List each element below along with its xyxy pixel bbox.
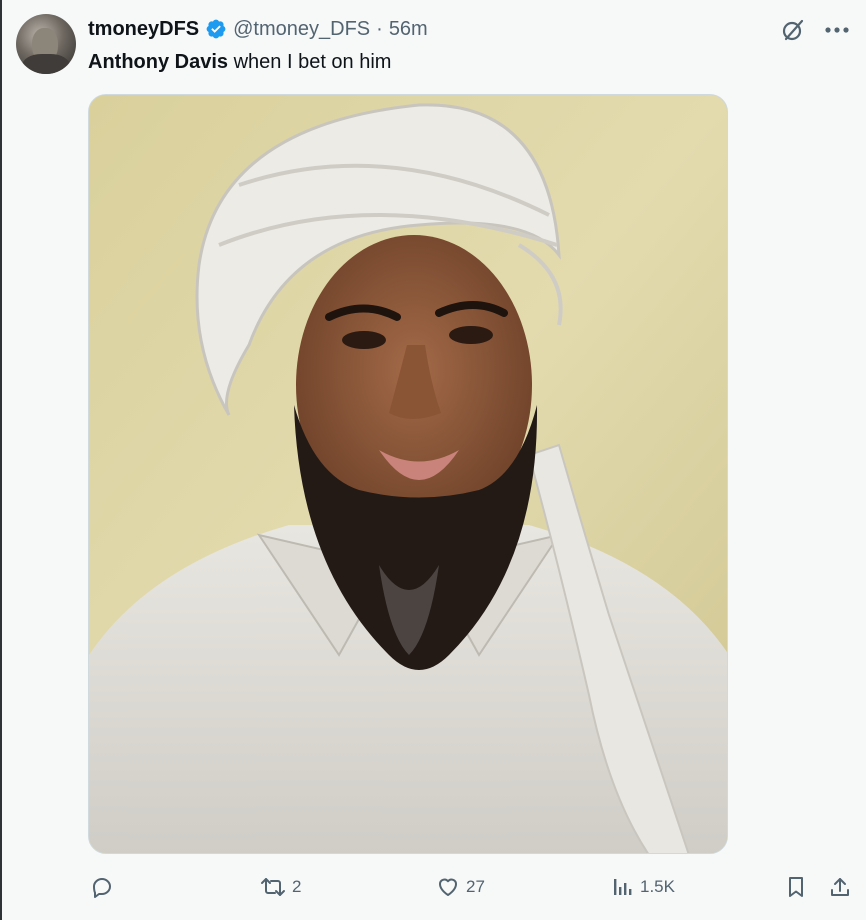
tweet-text: Anthony Davis when I bet on him [88,48,391,76]
bookmark-icon [784,875,808,899]
tweet-text-mention: Anthony Davis [88,51,229,73]
retweet-icon [260,875,286,899]
tweet-time[interactable]: 56m [389,16,428,42]
like-button[interactable]: 27 [436,872,485,902]
tweet-text-body: when I bet on him [228,51,392,73]
views-button[interactable]: 1.5K [610,872,675,902]
photo-illustration [89,95,727,853]
heart-icon [436,875,460,899]
more-options-icon[interactable] [822,16,852,44]
action-bar: 2 27 1.5K [88,872,856,902]
verified-badge-icon [205,18,227,40]
retweet-button[interactable]: 2 [260,872,301,902]
tweet: tmoneyDFS @tmoney_DFS · 56m Anthony Davi… [0,0,866,920]
like-count: 27 [466,877,485,896]
views-count: 1.5K [640,877,675,896]
retweet-count: 2 [292,877,302,896]
reply-icon [90,875,114,899]
tweet-header: tmoneyDFS @tmoney_DFS · 56m [88,16,428,42]
grok-icon[interactable] [778,16,808,44]
analytics-icon [610,875,634,899]
separator-dot: · [376,18,383,40]
author-handle[interactable]: @tmoney_DFS [233,16,370,42]
share-button[interactable] [828,872,852,902]
avatar[interactable] [16,14,76,74]
share-icon [828,875,852,899]
reply-button[interactable] [90,872,114,902]
author-name[interactable]: tmoneyDFS [88,16,199,42]
bookmark-button[interactable] [784,872,808,902]
header-actions [778,16,852,44]
tweet-photo[interactable] [88,94,728,854]
